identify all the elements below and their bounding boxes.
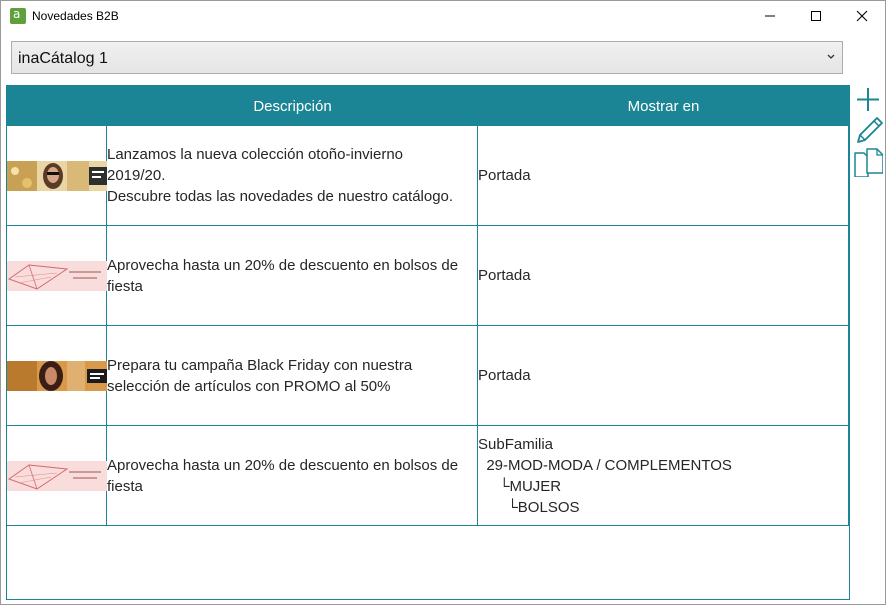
description-cell: Aprovecha hasta un 20% de descuento en b… [107,226,478,326]
column-header-description[interactable]: Descripción [107,86,478,126]
table-header: Descripción Mostrar en [7,86,849,126]
thumbnail-cell [7,226,107,326]
pencil-icon[interactable] [853,115,883,145]
description-cell: Aprovecha hasta un 20% de descuento en b… [107,426,478,526]
description-text: Aprovecha hasta un 20% de descuento en b… [107,456,459,495]
window-title: Novedades B2B [32,9,119,23]
plus-icon[interactable] [853,85,883,115]
maximize-icon [811,11,821,21]
thumbnail-cell [7,426,107,526]
fashion-banner-image [7,161,107,191]
show-in-cell: Portada [478,326,849,426]
show-in-cell: Portada [478,226,849,326]
show-in-text: SubFamilia 29-MOD-MODA / COMPLEMENTOS └M… [478,435,732,516]
close-icon [856,10,868,22]
column-header-show-in[interactable]: Mostrar en [478,86,849,126]
table-row[interactable]: Lanzamos la nueva colección otoño-invier… [7,126,849,226]
copy-icon[interactable] [853,147,883,177]
catalog-select-value: inaCátalog 1 [18,50,108,67]
show-in-text: Portada [478,167,531,184]
bags-banner-image [7,261,107,291]
description-text: Lanzamos la nueva colección otoño-invier… [107,146,454,205]
show-in-text: Portada [478,367,531,384]
minimize-button[interactable] [747,1,793,31]
show-in-text: Portada [478,267,531,284]
show-in-cell: Portada [478,126,849,226]
side-toolbar [851,85,886,185]
black-friday-banner-image [7,361,107,391]
thumbnail-cell [7,326,107,426]
table-row[interactable]: Prepara tu campaña Black Friday con nues… [7,326,849,426]
bags-banner-image [7,461,107,491]
window: a Novedades B2B inaCátalog 1 Descripción… [0,0,886,605]
catalog-select[interactable]: inaCátalog 1 [11,41,843,74]
news-table: Descripción Mostrar en Lanzamos la nueva… [6,85,850,600]
thumbnail-cell [7,126,107,226]
description-cell: Lanzamos la nueva colección otoño-invier… [107,126,478,226]
table-row[interactable]: Aprovecha hasta un 20% de descuento en b… [7,226,849,326]
table-row[interactable]: Aprovecha hasta un 20% de descuento en b… [7,426,849,526]
description-cell: Prepara tu campaña Black Friday con nues… [107,326,478,426]
title-bar: a Novedades B2B [1,1,885,31]
maximize-button[interactable] [793,1,839,31]
chevron-down-icon [827,54,835,59]
description-text: Aprovecha hasta un 20% de descuento en b… [107,256,459,295]
close-button[interactable] [839,1,885,31]
description-text: Prepara tu campaña Black Friday con nues… [107,356,413,395]
app-logo-icon: a [10,7,26,24]
minimize-icon [765,15,775,17]
show-in-cell: SubFamilia 29-MOD-MODA / COMPLEMENTOS └M… [478,426,849,526]
